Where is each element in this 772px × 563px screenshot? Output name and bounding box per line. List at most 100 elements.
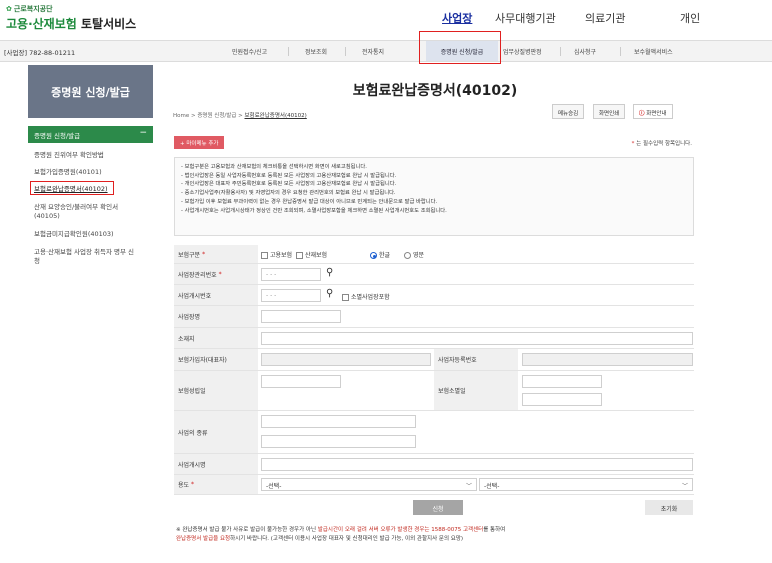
checkbox-box[interactable] bbox=[296, 252, 303, 259]
closed-date-input-2[interactable] bbox=[522, 393, 602, 406]
sidebar-item-care-approval[interactable]: 산재 요양승인/불러여부 확인서 (40105) bbox=[34, 203, 134, 221]
notice-line: - 법인사업장은 동일 사업자등록번호로 등록된 모든 사업장의 고용산재보험료… bbox=[181, 172, 397, 179]
label-biz-name: 사업장명 bbox=[174, 306, 258, 327]
label-mgmt-no: 사업장관리번호 * bbox=[174, 264, 258, 284]
radio-unselected[interactable] bbox=[404, 252, 411, 259]
topnav-personal[interactable]: 개인 bbox=[680, 10, 700, 26]
highlight-box bbox=[30, 181, 114, 195]
chevron-down-icon: ﹀ bbox=[465, 483, 472, 490]
purpose-detail-select[interactable]: -선택- ﹀ bbox=[479, 478, 693, 491]
row-start-no: 사업개시번호 - - - ⚲ 소멸사업장포함 bbox=[174, 285, 694, 306]
chevron-down-icon: ﹀ bbox=[681, 483, 688, 490]
row-established: 보험성립일 보험소멸일 bbox=[174, 371, 694, 411]
business-number: [사업장] 782-88-01211 bbox=[4, 49, 76, 57]
menu-divider bbox=[560, 47, 561, 56]
main-menu: [사업장] 782-88-01211 민원접수/신고 정보조회 전자통지 증명원… bbox=[0, 40, 772, 62]
breadcrumb: Home > 증명원 신청/발급 > 보험료완납증명서(40102) bbox=[173, 113, 307, 119]
row-mgmt-no: 사업장관리번호 * - - - ⚲ bbox=[174, 264, 694, 285]
radio-selected[interactable] bbox=[370, 252, 377, 259]
notice-line: - 보험가입 이후 보험료 부과이력이 없는 경우 완납증명서 발급 대상이 아… bbox=[181, 198, 438, 205]
label-purpose: 용도 * bbox=[174, 475, 258, 494]
label-insurance-type: 보험구분 * bbox=[174, 245, 258, 263]
row-address: 소재지 bbox=[174, 328, 694, 349]
menu-info[interactable]: 정보조회 bbox=[305, 47, 327, 56]
include-closed-checkbox[interactable]: 소멸사업장포함 bbox=[342, 292, 390, 301]
row-insurance-type: 보험구분 * 고용보험 산재보험 한글 영문 bbox=[174, 245, 694, 264]
menu-notices[interactable]: 전자통지 bbox=[362, 47, 384, 56]
sidebar-item-insurance-cert[interactable]: 보험가입증명원(40101) bbox=[34, 168, 152, 177]
mgmt-no-input[interactable]: - - - bbox=[261, 268, 321, 281]
notice-line: - 보험구분은 고용보험과 산재보험의 체크비통을 선택하시면 화면이 새로고침… bbox=[181, 164, 367, 170]
sidebar-item-verify[interactable]: 증명원 진위여부 확인방법 bbox=[34, 151, 152, 160]
notice-line: - 사업개시번호는 사업개시상태가 정상인 건만 조회되며, 소멸사업장포함을 … bbox=[181, 207, 447, 214]
row-subscriber: 보험가입자(대표자) 사업자등록번호 bbox=[174, 349, 694, 371]
label-reg-no: 사업자등록번호 bbox=[434, 349, 518, 370]
subscriber-input[interactable] bbox=[261, 353, 431, 366]
site-title[interactable]: 고용·산재보험 토탈서비스 bbox=[6, 15, 136, 32]
reset-button[interactable]: 초기화 bbox=[645, 500, 693, 515]
sidebar-section-header[interactable]: 증명원 신청/발급 − bbox=[28, 126, 153, 143]
sidebar-title: 증명원 신청/발급 bbox=[28, 65, 153, 118]
checkbox-box[interactable] bbox=[261, 252, 268, 259]
address-input[interactable] bbox=[261, 332, 693, 345]
notice-line: - 중소기업사업주(자활용사자) 및 자영업자의 경우 요청한 관리번호의 보험… bbox=[181, 190, 396, 197]
row-biz-type: 사업의 종류 bbox=[174, 411, 694, 454]
menu-appeal[interactable]: 심사청구 bbox=[574, 47, 596, 56]
row-purpose: 용도 * -선택- ﹀ -선택- ﹀ bbox=[174, 475, 694, 495]
employment-insurance-checkbox[interactable]: 고용보험 bbox=[261, 250, 292, 259]
print-button[interactable]: 화면인쇄 bbox=[593, 104, 626, 119]
breadcrumb-current[interactable]: 보험료완납증명서(40102) bbox=[245, 113, 307, 119]
checkbox-box[interactable] bbox=[342, 294, 349, 301]
biz-type-input-2[interactable] bbox=[261, 435, 416, 448]
start-name-input[interactable] bbox=[261, 458, 693, 471]
established-input[interactable] bbox=[261, 375, 341, 388]
topnav-medical[interactable]: 의료기관 bbox=[585, 10, 625, 26]
notice-box: - 보험구분은 고용보험과 산재보험의 체크비통을 선택하시면 화면이 새로고침… bbox=[174, 157, 694, 236]
notice-line: - 개인사업장은 대표자 주민등록번호로 등록된 모든 사업장의 고용산재보험료… bbox=[181, 181, 397, 188]
breadcrumb-home[interactable]: Home bbox=[173, 113, 189, 119]
submit-button[interactable]: 신청 bbox=[413, 500, 463, 515]
menu-disease[interactable]: 업무상질병판정 bbox=[503, 47, 542, 56]
korean-radio[interactable]: 한글 bbox=[370, 250, 390, 259]
label-address: 소재지 bbox=[174, 328, 258, 348]
required-note: * 는 필수입력 항목입니다. bbox=[631, 141, 692, 147]
reg-no-input[interactable] bbox=[522, 353, 693, 366]
label-start-no: 사업개시번호 bbox=[174, 285, 258, 305]
customer-center-notice: 발급시간이 오래 걸려 서버 오류가 발생한 경우는 1588-0075 고객센… bbox=[317, 527, 484, 533]
highlight-box bbox=[419, 31, 501, 64]
menu-divider bbox=[288, 47, 289, 56]
purpose-select[interactable]: -선택- ﹀ bbox=[261, 478, 477, 491]
topnav-business[interactable]: 사업장 bbox=[442, 10, 472, 26]
add-my-menu-button[interactable]: + 마이메뉴 추가 bbox=[174, 136, 225, 149]
info-icon: ⓘ bbox=[639, 111, 645, 117]
menu-divider bbox=[345, 47, 346, 56]
collapse-icon[interactable]: − bbox=[139, 128, 147, 138]
search-icon[interactable]: ⚲ bbox=[326, 267, 333, 278]
breadcrumb-level1[interactable]: 증명원 신청/발급 bbox=[197, 113, 236, 119]
biz-type-input[interactable] bbox=[261, 415, 416, 428]
menu-salary[interactable]: 보수월액서비스 bbox=[634, 47, 673, 56]
menu-complaints[interactable]: 민원접수/신고 bbox=[232, 47, 267, 56]
topnav-agency[interactable]: 사무대행기관 bbox=[495, 10, 556, 26]
screen-help-button[interactable]: ⓘ 화면안내 bbox=[633, 104, 673, 119]
menu-save-button[interactable]: 메뉴승김 bbox=[552, 104, 585, 119]
label-established: 보험성립일 bbox=[174, 371, 258, 410]
menu-divider bbox=[620, 47, 621, 56]
row-biz-name: 사업장명 bbox=[174, 306, 694, 328]
label-start-name: 사업개시명 bbox=[174, 454, 258, 474]
sidebar-item-unpaid[interactable]: 보험금미지급확인원(40103) bbox=[34, 230, 152, 239]
label-subscriber: 보험가입자(대표자) bbox=[174, 349, 258, 370]
sidebar-item-roster[interactable]: 고용·산재보험 사업장 취득자 명부 신청 bbox=[34, 248, 139, 266]
leaf-icon: ✿ bbox=[6, 5, 12, 13]
page-title: 보험료완납증명서(40102) bbox=[352, 83, 518, 99]
label-biz-type: 사업의 종류 bbox=[174, 411, 258, 453]
search-icon[interactable]: ⚲ bbox=[326, 288, 333, 299]
footnote: ※ 완납증명서 발급 불가 사유로 발급이 불가능한 경우가 아닌 발급시간이 … bbox=[176, 527, 506, 542]
start-no-input[interactable]: - - - bbox=[261, 289, 321, 302]
biz-name-input[interactable] bbox=[261, 310, 341, 323]
site-header: ✿ 근로복지공단 고용·산재보험 토탈서비스 사업장 사무대행기관 의료기관 개인 bbox=[0, 0, 772, 40]
closed-date-input[interactable] bbox=[522, 375, 602, 388]
accident-insurance-checkbox[interactable]: 산재보험 bbox=[296, 250, 327, 259]
english-radio[interactable]: 영문 bbox=[404, 250, 424, 259]
org-logo[interactable]: ✿ 근로복지공단 bbox=[6, 4, 53, 14]
